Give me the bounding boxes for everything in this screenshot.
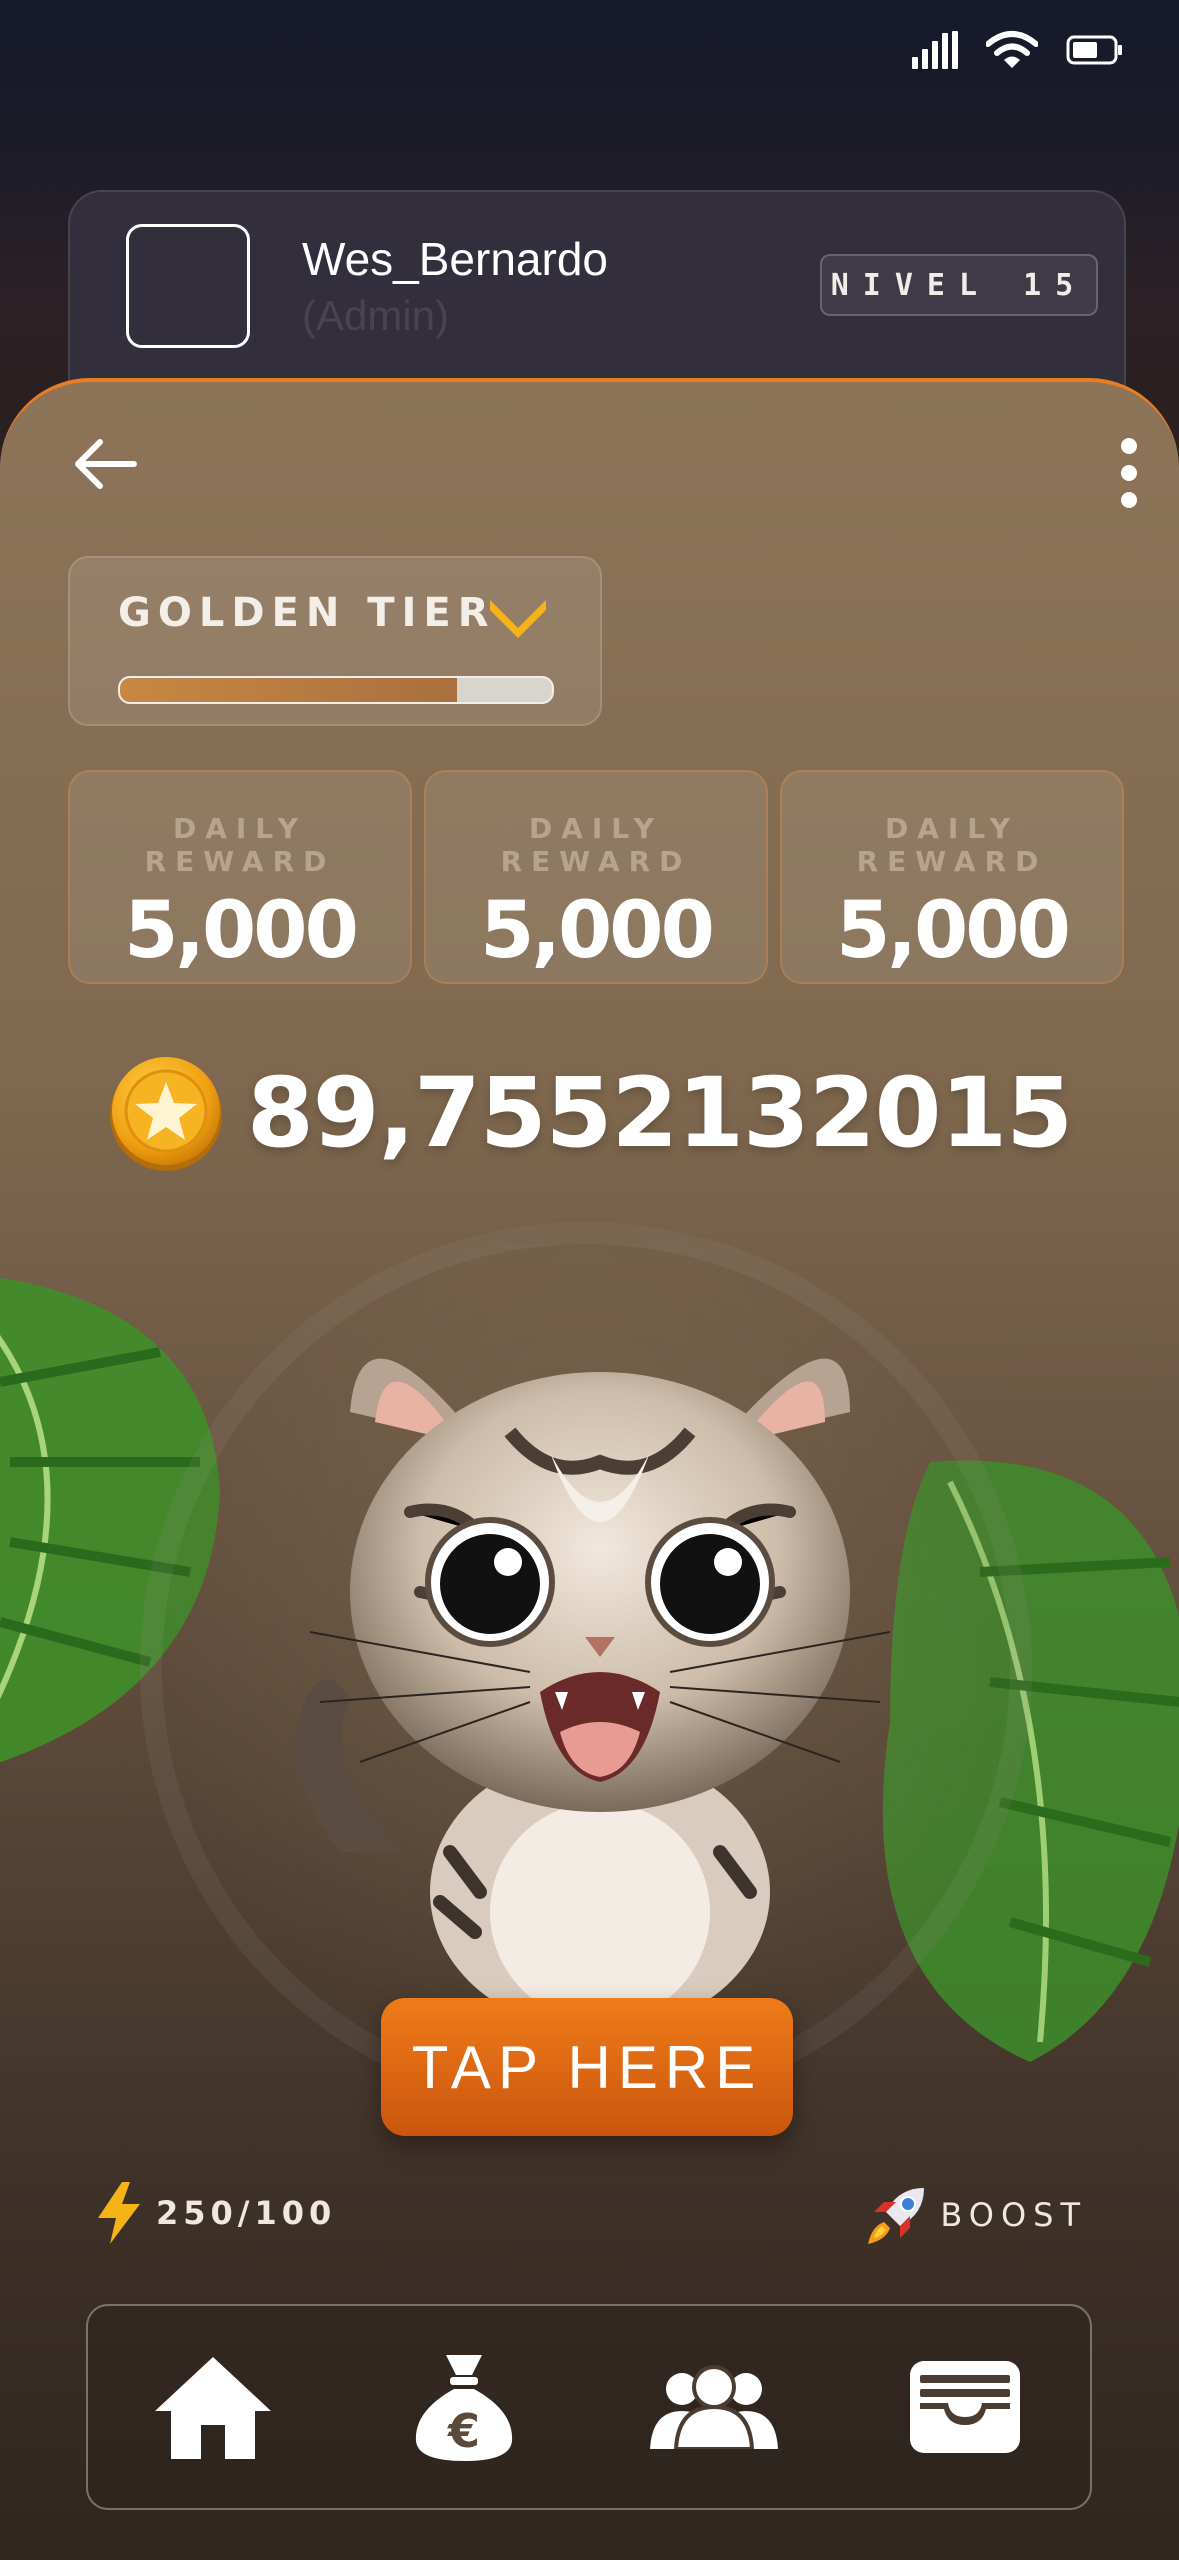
boost-label: BOOST: [940, 2196, 1087, 2234]
tier-selector[interactable]: GOLDEN TIER: [68, 556, 602, 726]
username: Wes_Bernardo: [302, 233, 608, 285]
star-coin-icon: [109, 1057, 222, 1171]
bottom-nav: €: [86, 2304, 1092, 2510]
cat-character[interactable]: [250, 1292, 950, 2012]
energy-value: 250/100: [156, 2194, 337, 2232]
main-panel: GOLDEN TIER DAILY REWARD 5,000 DAILY REW…: [0, 378, 1179, 2560]
tier-progress-fill: [120, 678, 457, 702]
chevron-down-icon[interactable]: [486, 594, 550, 638]
nav-item-money[interactable]: €: [389, 2332, 539, 2482]
coin-balance: 89,7552132015: [0, 1054, 1179, 1172]
energy-indicator: 250/100: [96, 2182, 336, 2244]
tap-here-button[interactable]: TAP HERE: [381, 1998, 793, 2136]
boost-button[interactable]: BOOST: [864, 2182, 1087, 2248]
rocket-icon: [868, 2188, 925, 2244]
nav-item-wallet[interactable]: [890, 2332, 1040, 2482]
reward-card[interactable]: DAILY REWARD 5,000: [68, 770, 412, 984]
level-badge: NIVEL 15: [820, 254, 1098, 316]
avatar[interactable]: [126, 224, 250, 348]
battery-icon: [1066, 35, 1122, 65]
reward-label: DAILY REWARD: [856, 812, 1048, 878]
arrow-left-icon[interactable]: [70, 434, 140, 494]
more-vertical-icon[interactable]: [1119, 438, 1139, 508]
svg-text:€: €: [447, 2404, 480, 2458]
nav-item-friends[interactable]: [639, 2332, 789, 2482]
lightning-icon: [98, 2182, 140, 2244]
money-bag-euro-icon: €: [415, 2355, 512, 2461]
wifi-icon: [986, 31, 1038, 68]
wallet-icon: [909, 2361, 1020, 2453]
reward-label: DAILY REWARD: [500, 812, 692, 878]
tier-progress-bar: [118, 676, 554, 704]
reward-value: 5,000: [124, 886, 359, 976]
reward-value: 5,000: [836, 886, 1071, 976]
user-role: (Admin): [302, 292, 450, 339]
cellular-signal-icon: [912, 31, 958, 69]
reward-card[interactable]: DAILY REWARD 5,000: [424, 770, 768, 984]
status-bar: [912, 30, 1124, 70]
home-icon: [155, 2357, 272, 2459]
reward-value: 5,000: [480, 886, 715, 976]
balance-value: 89,7552132015: [246, 1057, 1073, 1169]
users-icon: [650, 2365, 779, 2449]
reward-card[interactable]: DAILY REWARD 5,000: [780, 770, 1124, 984]
reward-label: DAILY REWARD: [144, 812, 336, 878]
tier-label: GOLDEN TIER: [118, 590, 496, 636]
nav-item-home[interactable]: [138, 2332, 288, 2482]
daily-rewards: DAILY REWARD 5,000 DAILY REWARD 5,000 DA…: [68, 770, 1126, 984]
